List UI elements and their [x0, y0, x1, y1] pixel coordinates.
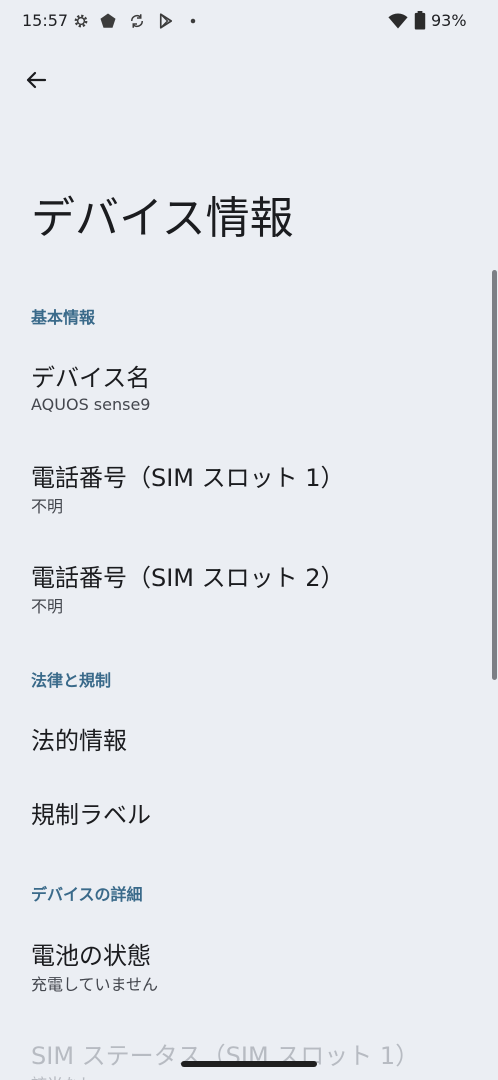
section-header-legal: 法律と規制	[31, 671, 112, 690]
pref-item-legal-info[interactable]: 法的情報	[0, 704, 490, 774]
battery-percent: 93%	[431, 11, 467, 30]
battery-icon	[414, 11, 426, 30]
pref-title: 電話番号（SIM スロット 2）	[31, 564, 345, 592]
back-button[interactable]	[16, 60, 56, 100]
pref-item-phone-number-sim1[interactable]: 電話番号（SIM スロット 1） 不明	[0, 444, 490, 530]
pref-summary: 充電していません	[31, 975, 159, 994]
status-bar: 15:57 93%	[0, 0, 498, 42]
pref-item-sim-status-sim1[interactable]: SIM ステータス（SIM スロット 1） 該当なし	[0, 1022, 490, 1080]
pref-summary: 不明	[31, 497, 64, 516]
section-header-basic-info: 基本情報	[31, 308, 96, 327]
pref-title: 電池の状態	[31, 942, 151, 970]
pref-item-battery-status[interactable]: 電池の状態 充電していません	[0, 922, 490, 1008]
pref-summary: 不明	[31, 597, 64, 616]
play-store-icon	[159, 13, 173, 29]
pref-title: 法的情報	[31, 727, 127, 755]
sync-icon	[130, 14, 144, 28]
pref-title: 規制ラベル	[31, 801, 151, 829]
pref-title: デバイス名	[31, 364, 151, 392]
status-time: 15:57	[22, 11, 69, 30]
scrollbar[interactable]	[492, 270, 497, 680]
arrow-left-icon	[26, 71, 47, 89]
gesture-nav-handle[interactable]	[181, 1061, 317, 1067]
gear-icon	[74, 14, 88, 28]
page-title: デバイス情報	[31, 193, 294, 244]
pref-summary: 該当なし	[31, 1071, 95, 1080]
pref-title: 電話番号（SIM スロット 1）	[31, 464, 345, 492]
pref-item-device-name[interactable]: デバイス名 AQUOS sense9	[0, 344, 490, 430]
pref-item-regulatory-labels[interactable]: 規制ラベル	[0, 778, 490, 848]
pref-item-phone-number-sim2[interactable]: 電話番号（SIM スロット 2） 不明	[0, 544, 490, 630]
wifi-icon	[388, 13, 408, 29]
pref-summary: AQUOS sense9	[31, 395, 151, 414]
app-icon	[100, 13, 116, 28]
section-header-device-details: デバイスの詳細	[31, 885, 143, 904]
notification-dot-icon	[190, 18, 196, 24]
about-device-screen: 15:57 93% デバイス情報 基本情報 デバイス名 AQUOS sense9…	[0, 0, 498, 1080]
